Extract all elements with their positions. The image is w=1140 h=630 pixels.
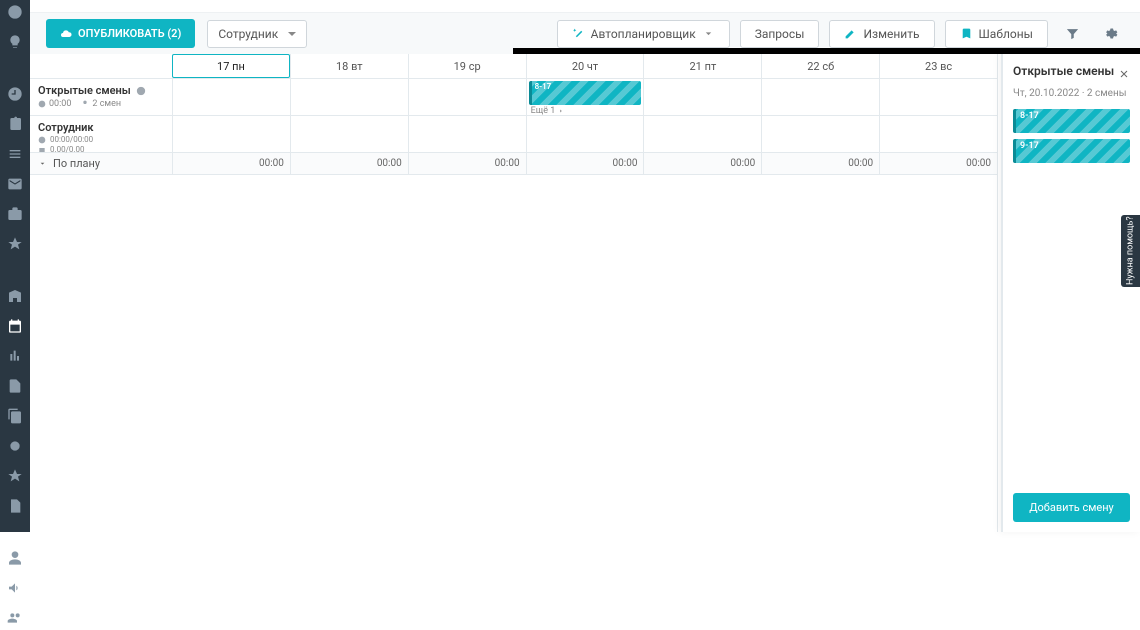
side-panel-shift[interactable]: 9-17 [1013, 139, 1130, 163]
filter-button[interactable] [1058, 20, 1086, 48]
star-icon[interactable] [7, 236, 23, 252]
plan-cell: 00:00 [643, 153, 761, 174]
star2-icon[interactable] [7, 468, 23, 484]
lightbulb-icon[interactable] [7, 34, 23, 50]
building-icon[interactable] [7, 288, 23, 304]
open-shifts-title: Открытые смены [38, 84, 164, 97]
list-icon[interactable] [7, 146, 23, 162]
calendar-icon[interactable] [7, 318, 23, 334]
side-panel-shift[interactable]: 8-17 [1013, 109, 1130, 133]
chevron-down-icon [702, 27, 715, 40]
bookmark-icon [960, 27, 973, 40]
side-panel-date: Чт, 20.10.2022 · 2 смены [1003, 88, 1140, 99]
clock-small-icon [38, 136, 46, 144]
close-button[interactable] [1118, 65, 1130, 77]
shift-cell[interactable] [290, 116, 408, 152]
plan-cell: 00:00 [172, 153, 290, 174]
watch-icon[interactable] [7, 438, 23, 454]
day-header[interactable]: 22 сб [761, 54, 879, 78]
day-header[interactable]: 20 чт [526, 54, 644, 78]
chevron-down-icon[interactable] [38, 159, 47, 168]
mail-icon[interactable] [7, 176, 23, 192]
wand-icon [572, 27, 585, 40]
shift-cell[interactable] [290, 79, 408, 115]
side-panel-title: Открытые смены [1013, 64, 1114, 78]
day-header[interactable]: 17 пн [172, 54, 290, 78]
shift-cell[interactable] [879, 116, 997, 152]
clock-small-icon [38, 100, 46, 108]
megaphone-icon[interactable] [7, 580, 23, 596]
autoplanner-button[interactable]: Автопланировщик [557, 20, 730, 48]
person-small-icon [81, 100, 89, 108]
clipboard-icon[interactable] [7, 116, 23, 132]
people-icon[interactable] [7, 610, 23, 626]
shift-cell[interactable] [172, 116, 290, 152]
day-header[interactable]: 21 пт [643, 54, 761, 78]
filter-icon [1065, 26, 1080, 41]
clock-badge-icon[interactable] [7, 4, 23, 20]
shift-cell[interactable] [761, 116, 879, 152]
add-shift-button[interactable]: Добавить смену [1013, 493, 1130, 522]
plan-cell: 00:00 [290, 153, 408, 174]
left-nav-rail [0, 0, 30, 532]
cloud-icon [60, 28, 72, 40]
employee-row: Сотрудник 00:00/00:00 0.00/0.00 [30, 116, 997, 153]
publish-button[interactable]: ОПУБЛИКОВАТЬ (2) [46, 19, 195, 48]
day-header-row: 17 пн 18 вт 19 ср 20 чт 21 пт 22 сб 23 в… [30, 54, 997, 79]
close-icon [1118, 68, 1130, 80]
clock-icon[interactable] [7, 86, 23, 102]
shift-cell[interactable] [172, 79, 290, 115]
user-icon[interactable] [7, 550, 23, 566]
chart-icon[interactable] [7, 348, 23, 364]
shift-block[interactable]: 8-17 [529, 81, 642, 105]
plan-title: По плану [53, 157, 100, 170]
day-header[interactable]: 18 вт [290, 54, 408, 78]
pencil-icon [844, 27, 857, 40]
day-header[interactable]: 23 вс [879, 54, 997, 78]
side-panel: Открытые смены Чт, 20.10.2022 · 2 смены … [1001, 54, 1140, 532]
work-icon[interactable] [7, 206, 23, 222]
shift-cell[interactable] [526, 116, 644, 152]
employee-name: Сотрудник [38, 121, 164, 134]
plan-cell: 00:00 [761, 153, 879, 174]
more-shifts-link[interactable]: Ещё 1 [531, 106, 565, 116]
shift-cell[interactable] [643, 116, 761, 152]
doc-icon[interactable] [7, 498, 23, 514]
edit-button[interactable]: Изменить [829, 20, 934, 48]
info-icon[interactable] [136, 86, 146, 96]
schedule-grid: 17 пн 18 вт 19 ср 20 чт 21 пт 22 сб 23 в… [30, 54, 998, 532]
plan-cell: 00:00 [526, 153, 644, 174]
shift-cell[interactable] [761, 79, 879, 115]
chevron-right-icon [558, 108, 564, 114]
shift-cell[interactable] [643, 79, 761, 115]
requests-button[interactable]: Запросы [740, 20, 820, 48]
templates-button[interactable]: Шаблоны [945, 20, 1048, 48]
shift-cell[interactable]: 8-17 Ещё 1 [526, 79, 644, 115]
plan-row: По плану 00:00 00:00 00:00 00:00 00:00 0… [30, 153, 997, 175]
plan-cell: 00:00 [879, 153, 997, 174]
settings-button[interactable] [1096, 20, 1124, 48]
shift-cell[interactable] [408, 116, 526, 152]
groupby-dropdown[interactable]: Сотрудник [207, 20, 307, 48]
help-tab[interactable]: Нужна помощь? [1121, 215, 1140, 287]
publish-label: ОПУБЛИКОВАТЬ (2) [78, 27, 181, 40]
day-header[interactable]: 19 ср [408, 54, 526, 78]
plan-cell: 00:00 [408, 153, 526, 174]
gear-icon [1103, 26, 1118, 41]
open-shifts-row: Открытые смены 00:00 2 смен 8-17 Ещё 1 [30, 79, 997, 116]
shift-cell[interactable] [408, 79, 526, 115]
shift-cell[interactable] [879, 79, 997, 115]
copy-icon[interactable] [7, 408, 23, 424]
file-icon[interactable] [7, 378, 23, 394]
